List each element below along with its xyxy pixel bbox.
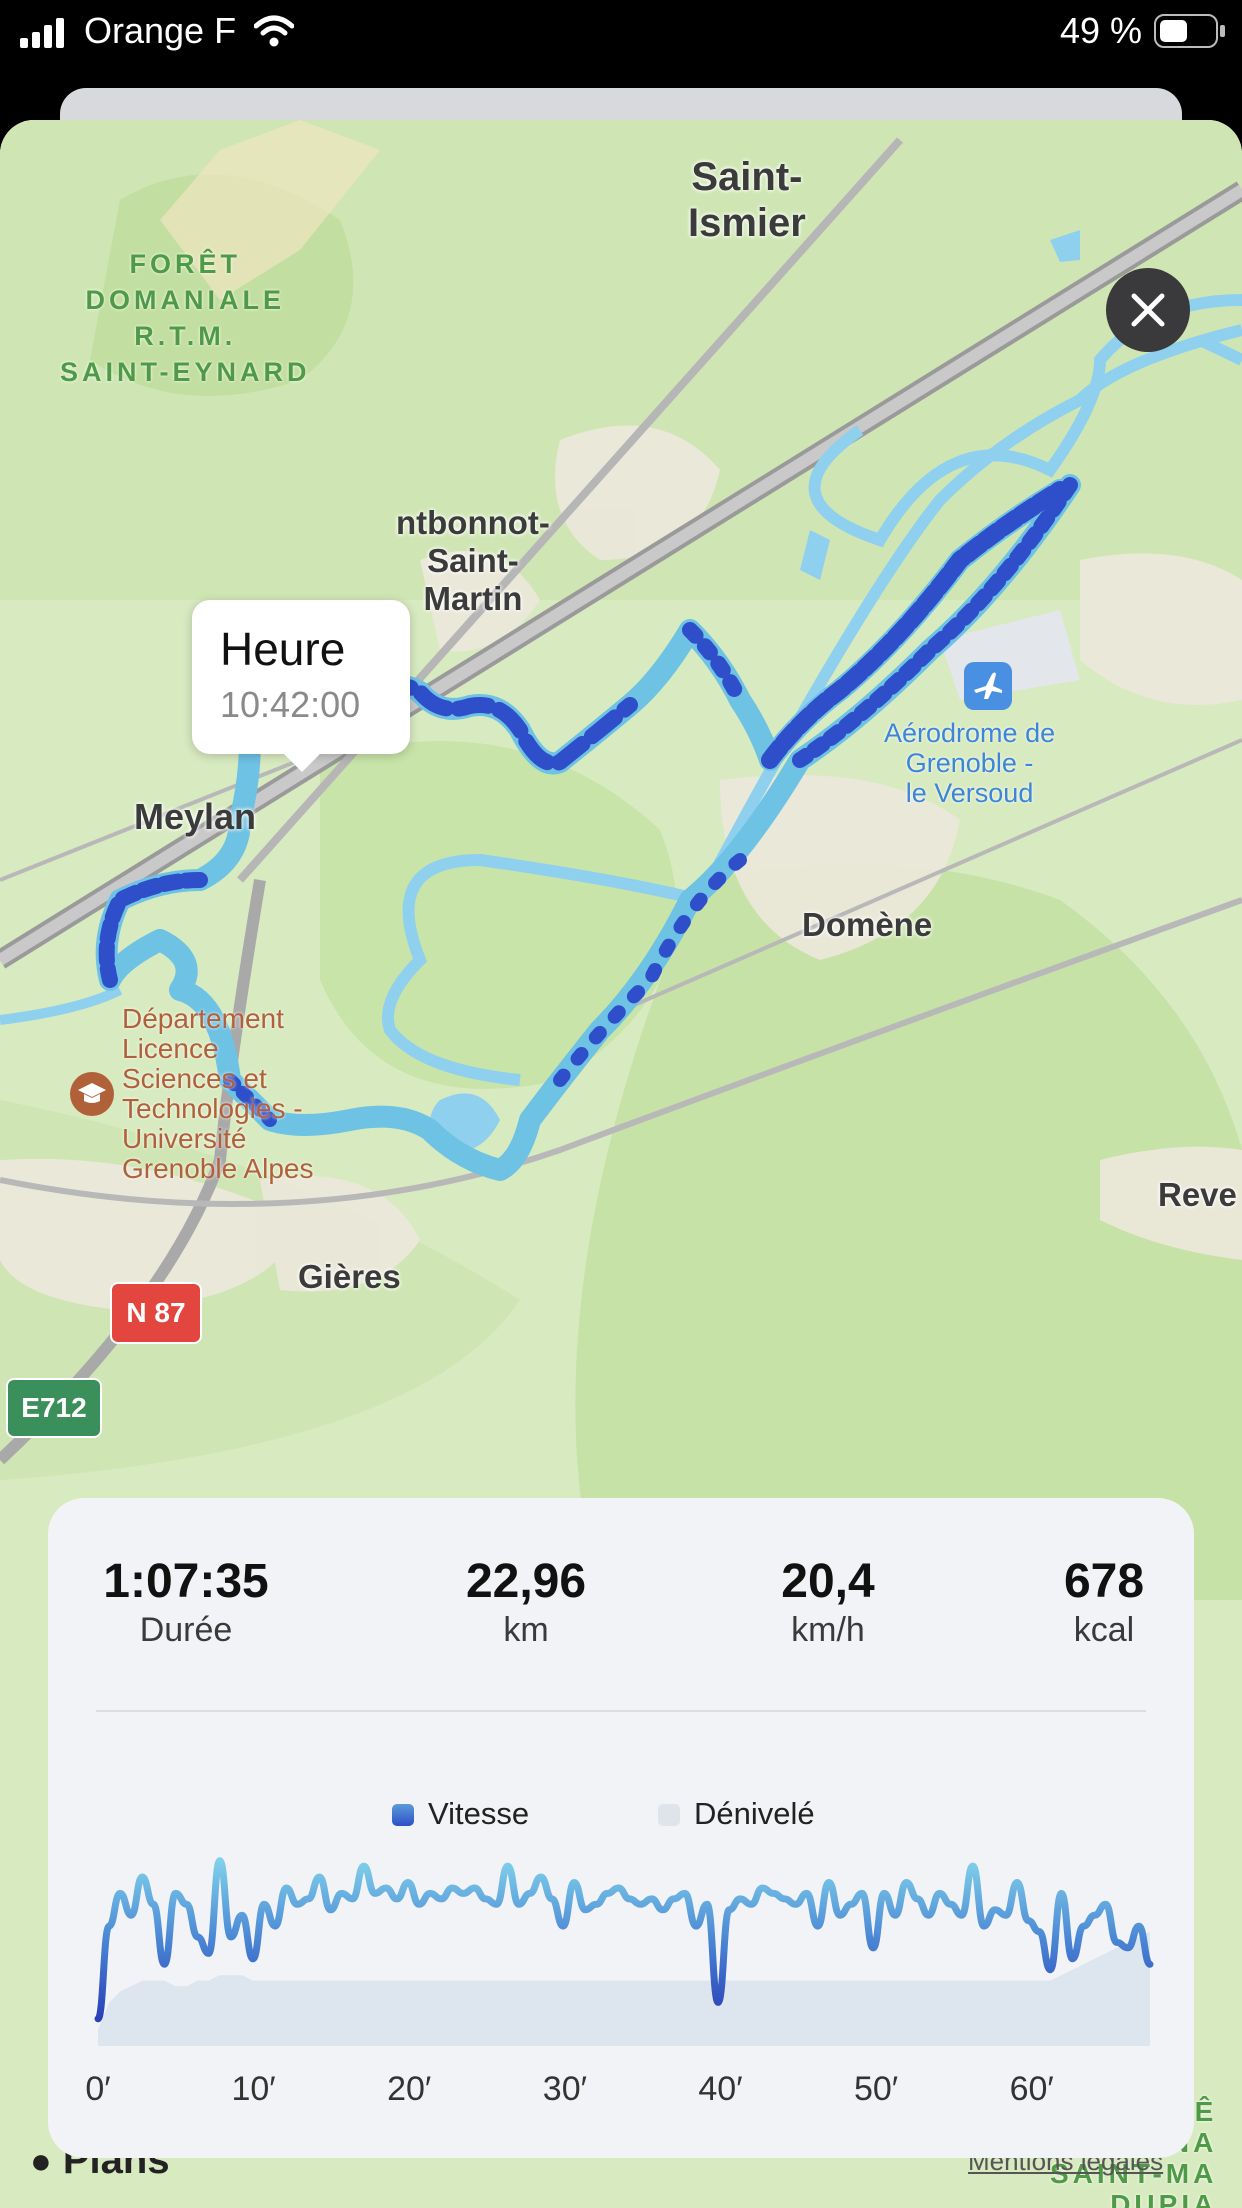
carrier-name: Orange F: [84, 10, 237, 51]
label-aerodrome: Aérodrome de Grenoble - le Versoud: [884, 718, 1056, 808]
x-tick-label: 40′: [698, 2070, 743, 2108]
signal-icon: [20, 18, 64, 48]
stats-card: 1:07:35 Durée 22,96 km 20,4 km/h 678 kca…: [48, 1498, 1194, 2158]
road-sign-e712: E712: [6, 1378, 102, 1438]
speed-elevation-chart[interactable]: [48, 1498, 1194, 2158]
x-tick-label: 0′: [85, 2070, 111, 2108]
time-tooltip: Heure 10:42:00: [192, 600, 410, 772]
x-tick-label: 20′: [387, 2070, 432, 2108]
road-sign-n87: N 87: [110, 1282, 202, 1344]
close-icon: [1131, 293, 1165, 327]
x-tick-label: 60′: [1009, 2070, 1054, 2108]
battery-icon: [1154, 14, 1225, 48]
x-tick-label: 10′: [231, 2070, 276, 2108]
road-sign-n87-label: N 87: [126, 1297, 186, 1328]
label-foret-domaniale: FORÊT DOMANIALE R.T.M. SAINT-EYNARD: [60, 249, 311, 387]
label-montbonnot: ntbonnot- Saint- Martin: [396, 504, 550, 617]
x-tick-label: 50′: [853, 2070, 899, 2108]
label-saint-ismier: Saint- Ismier: [688, 155, 806, 245]
status-bar: Orange F 49 %: [0, 0, 1242, 84]
tooltip-time: 10:42:00: [220, 684, 361, 725]
wifi-icon: [254, 15, 294, 47]
tooltip-title: Heure: [220, 623, 346, 675]
x-tick-label: 30′: [542, 2070, 587, 2108]
battery-percent: 49 %: [1059, 10, 1142, 51]
graduation-cap-icon: [70, 1072, 114, 1116]
close-button[interactable]: [1106, 268, 1190, 352]
label-reve: Reve: [1158, 1176, 1237, 1213]
label-departement: Département Licence Sciences et Technolo…: [122, 1003, 314, 1184]
label-gieres: Gières: [298, 1258, 401, 1295]
road-sign-e712-label: E712: [21, 1392, 87, 1423]
airport-icon: [964, 662, 1012, 710]
label-meylan: Meylan: [134, 796, 257, 837]
label-domene: Domène: [802, 906, 933, 943]
